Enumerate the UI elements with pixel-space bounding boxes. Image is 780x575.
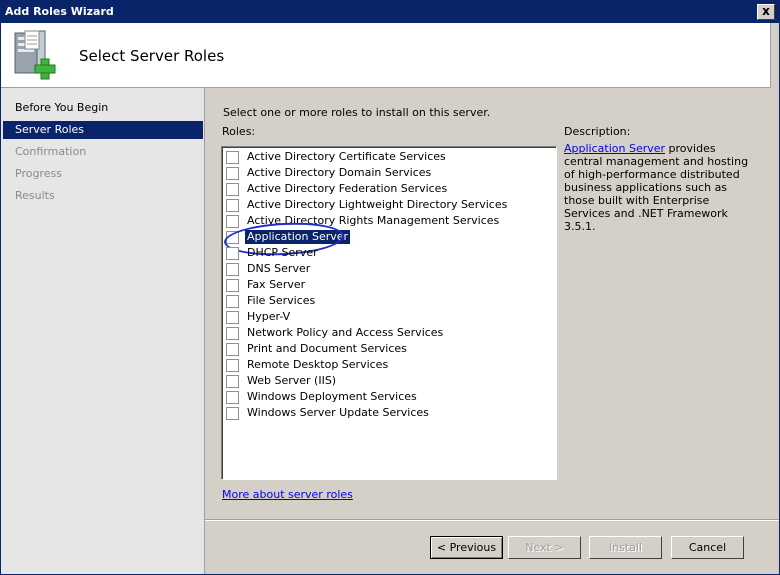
role-label[interactable]: DHCP Server bbox=[245, 246, 320, 260]
roles-label: Roles: bbox=[222, 125, 256, 138]
role-checkbox[interactable] bbox=[226, 279, 239, 292]
role-checkbox[interactable] bbox=[226, 375, 239, 388]
role-row[interactable]: Windows Deployment Services bbox=[226, 389, 546, 405]
header-edge bbox=[770, 23, 779, 87]
role-label[interactable]: Fax Server bbox=[245, 278, 307, 292]
role-checkbox[interactable] bbox=[226, 199, 239, 212]
description-text: Application Server provides central mana… bbox=[564, 142, 754, 233]
role-row[interactable]: Web Server (IIS) bbox=[226, 373, 546, 389]
role-row[interactable]: Hyper-V bbox=[226, 309, 546, 325]
role-label-selected[interactable]: Application Server bbox=[245, 230, 351, 244]
server-add-icon bbox=[14, 30, 56, 80]
window-title: Add Roles Wizard bbox=[5, 5, 114, 18]
role-label[interactable]: Active Directory Lightweight Directory S… bbox=[245, 198, 509, 212]
role-row[interactable]: Active Directory Lightweight Directory S… bbox=[226, 197, 546, 213]
role-checkbox[interactable] bbox=[226, 183, 239, 196]
next-button: Next > bbox=[508, 536, 581, 559]
install-button: Install bbox=[589, 536, 662, 559]
role-checkbox[interactable] bbox=[226, 359, 239, 372]
role-checkbox[interactable] bbox=[226, 247, 239, 260]
role-label[interactable]: Active Directory Certificate Services bbox=[245, 150, 448, 164]
role-row[interactable]: Remote Desktop Services bbox=[226, 357, 546, 373]
role-label[interactable]: Windows Server Update Services bbox=[245, 406, 431, 420]
role-label[interactable]: Network Policy and Access Services bbox=[245, 326, 445, 340]
wizard-content: Select one or more roles to install on t… bbox=[205, 88, 779, 519]
instruction-text: Select one or more roles to install on t… bbox=[223, 106, 491, 119]
role-checkbox[interactable] bbox=[226, 151, 239, 164]
role-label[interactable]: File Services bbox=[245, 294, 317, 308]
role-checkbox[interactable] bbox=[226, 407, 239, 420]
role-label[interactable]: Windows Deployment Services bbox=[245, 390, 419, 404]
role-row[interactable]: Active Directory Rights Management Servi… bbox=[226, 213, 546, 229]
role-row[interactable]: DHCP Server bbox=[226, 245, 546, 261]
role-row-selected[interactable]: Application Server bbox=[223, 219, 546, 259]
role-label[interactable]: Active Directory Federation Services bbox=[245, 182, 449, 196]
nav-item-server-roles[interactable]: Server Roles bbox=[3, 121, 203, 139]
description-label: Description: bbox=[564, 125, 631, 138]
role-row[interactable]: Network Policy and Access Services bbox=[226, 325, 546, 341]
role-checkbox[interactable] bbox=[226, 391, 239, 404]
role-checkbox[interactable] bbox=[226, 263, 239, 276]
role-row[interactable]: File Services bbox=[226, 293, 546, 309]
role-checkbox[interactable] bbox=[226, 167, 239, 180]
nav-item-results: Results bbox=[15, 189, 55, 202]
role-row[interactable]: Active Directory Domain Services bbox=[226, 165, 546, 181]
role-checkbox[interactable] bbox=[226, 343, 239, 356]
role-row[interactable]: Active Directory Federation Services bbox=[226, 181, 546, 197]
wizard-nav: Before You Begin Server Roles Confirmati… bbox=[1, 88, 205, 574]
nav-item-before-you-begin[interactable]: Before You Begin bbox=[3, 99, 203, 117]
role-label[interactable]: Hyper-V bbox=[245, 310, 292, 324]
role-row[interactable]: Fax Server bbox=[226, 277, 546, 293]
role-label[interactable]: Print and Document Services bbox=[245, 342, 409, 356]
nav-item-confirmation: Confirmation bbox=[15, 145, 87, 158]
more-about-server-roles-link[interactable]: More about server roles bbox=[222, 488, 353, 501]
role-label[interactable]: Active Directory Rights Management Servi… bbox=[245, 214, 501, 228]
role-label[interactable]: DNS Server bbox=[245, 262, 312, 276]
close-icon: x bbox=[762, 4, 770, 18]
page-title: Select Server Roles bbox=[79, 47, 225, 65]
role-label[interactable]: Active Directory Domain Services bbox=[245, 166, 433, 180]
roles-listbox[interactable]: Active Directory Certificate Services Ac… bbox=[221, 146, 557, 480]
nav-item-progress: Progress bbox=[15, 167, 62, 180]
cancel-button[interactable]: Cancel bbox=[671, 536, 744, 559]
role-checkbox[interactable] bbox=[226, 311, 239, 324]
role-row[interactable]: Print and Document Services bbox=[226, 341, 546, 357]
role-checkbox[interactable] bbox=[226, 231, 239, 244]
description-link[interactable]: Application Server bbox=[564, 142, 665, 155]
role-label[interactable]: Web Server (IIS) bbox=[245, 374, 338, 388]
wizard-header: Select Server Roles bbox=[1, 23, 771, 88]
wizard-footer: < Previous Next > Install Cancel bbox=[205, 519, 779, 574]
previous-button[interactable]: < Previous bbox=[430, 536, 503, 559]
role-row[interactable]: DNS Server bbox=[226, 261, 546, 277]
add-roles-wizard-window: Add Roles Wizard x Select Server Roles B… bbox=[0, 0, 780, 575]
role-checkbox[interactable] bbox=[226, 327, 239, 340]
role-row[interactable]: Windows Server Update Services bbox=[226, 405, 546, 421]
role-checkbox[interactable] bbox=[226, 295, 239, 308]
close-button[interactable]: x bbox=[757, 4, 775, 20]
role-label[interactable]: Remote Desktop Services bbox=[245, 358, 390, 372]
description-body: provides central management and hosting … bbox=[564, 142, 749, 233]
title-bar[interactable]: Add Roles Wizard x bbox=[1, 1, 779, 23]
role-row[interactable]: Active Directory Certificate Services bbox=[226, 149, 546, 165]
role-checkbox[interactable] bbox=[226, 215, 239, 228]
